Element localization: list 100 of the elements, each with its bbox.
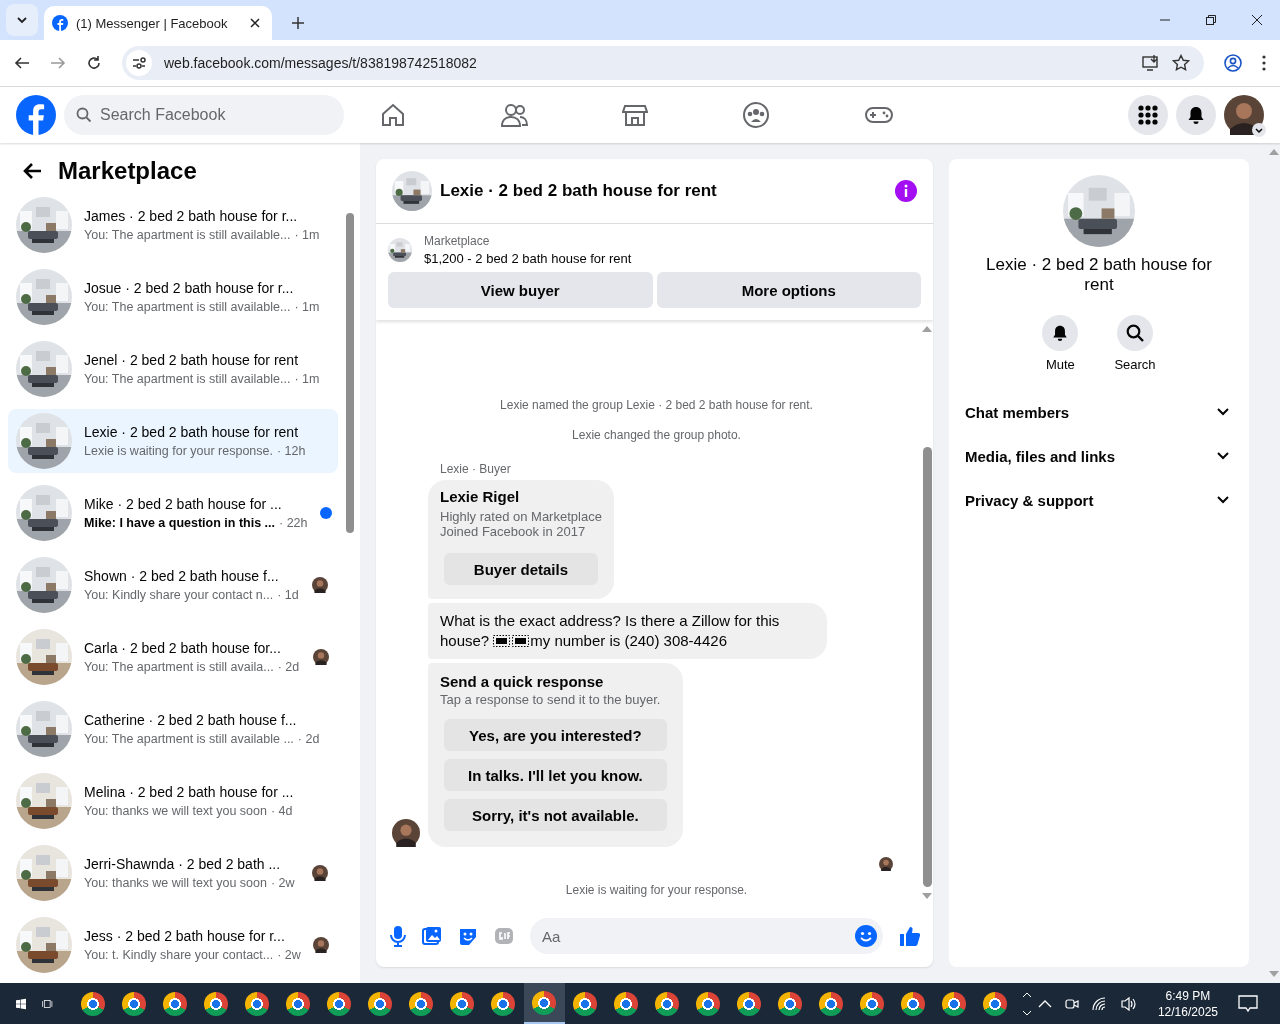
message-preview: You: The apartment is still available... xyxy=(84,228,291,242)
apps-menu-button[interactable] xyxy=(1128,95,1168,135)
message-text: What is the exact address? Is there a Zillow for this xyxy=(440,611,781,631)
close-icon[interactable] xyxy=(250,18,260,28)
conversation-item[interactable]: Jenel · 2 bed 2 bath house for rent You: The apartment is still available... · 1m xyxy=(8,337,338,401)
search-button[interactable] xyxy=(1117,315,1153,351)
chrome-icon[interactable] xyxy=(532,990,557,1015)
search-field[interactable]: Search Facebook xyxy=(64,95,344,135)
scrollbar-thumb[interactable] xyxy=(346,213,354,533)
chrome-icon[interactable] xyxy=(655,991,680,1016)
chrome-icon[interactable] xyxy=(204,991,229,1016)
new-tab-icon[interactable] xyxy=(292,17,304,29)
facebook-logo-icon[interactable] xyxy=(16,95,56,135)
chrome-icon[interactable] xyxy=(983,991,1008,1016)
mute-button[interactable] xyxy=(1042,315,1079,351)
message-preview: Mike: I have a question in this ... xyxy=(84,516,275,530)
chrome-icon[interactable] xyxy=(163,991,188,1016)
conversation-item[interactable]: Shown · 2 bed 2 bath house f... You: Kindly share your contact n... · 1d xyxy=(8,553,338,617)
listing-action-button[interactable]: More options xyxy=(656,272,921,308)
chrome-icon[interactable] xyxy=(737,991,762,1016)
chrome-icon[interactable] xyxy=(245,991,270,1016)
chrome-icon[interactable] xyxy=(778,991,803,1016)
message-time: · 1m xyxy=(294,372,320,386)
chevron-down-icon xyxy=(16,14,28,26)
restore-icon[interactable] xyxy=(1206,15,1216,25)
scrollbar-thumb[interactable] xyxy=(922,447,932,887)
chrome-icon[interactable] xyxy=(819,991,844,1016)
conversation-item[interactable]: Carla · 2 bed 2 bath house for... You: The apartment is still availa... · 2d xyxy=(8,625,338,689)
chrome-icon[interactable] xyxy=(614,991,639,1016)
conversation-item[interactable]: Jerri-Shawnda · 2 bed 2 bath ... You: thanks we will text you soon · 2w xyxy=(8,841,338,905)
menu-icon[interactable] xyxy=(1262,55,1266,71)
groups-icon[interactable] xyxy=(742,101,770,129)
address-bar[interactable]: web.facebook.com/messages/t/838198742518082 xyxy=(122,46,1204,80)
star-icon[interactable] xyxy=(1172,54,1190,72)
section-header[interactable]: Media, files and links xyxy=(949,434,1249,478)
tab-title: (1) Messenger | Facebook xyxy=(76,15,229,31)
conversation-item[interactable]: Lexie · 2 bed 2 bath house for rent Lexie is waiting for your response. · 12h xyxy=(8,409,338,473)
back-arrow-icon[interactable] xyxy=(22,162,42,180)
conversation-item[interactable]: Melina · 2 bed 2 bath house for ... You: thanks we will text you soon · 4d xyxy=(8,769,338,833)
gamepad-icon[interactable] xyxy=(864,104,894,126)
action-label: Search xyxy=(1114,357,1156,372)
section-header[interactable]: Chat members xyxy=(949,390,1249,434)
home-icon[interactable] xyxy=(380,102,406,128)
chrome-icon[interactable] xyxy=(860,991,885,1016)
speaker-icon[interactable] xyxy=(1119,995,1138,1012)
chevron-up-icon[interactable] xyxy=(1037,999,1052,1008)
buyer-details-button[interactable]: Buyer details xyxy=(444,553,598,585)
quick-response-button[interactable]: Sorry, it's not available. xyxy=(444,799,667,831)
chrome-icon[interactable] xyxy=(81,991,106,1016)
message-field[interactable]: Aa xyxy=(530,918,883,954)
chrome-icon[interactable] xyxy=(122,991,147,1016)
friends-icon[interactable] xyxy=(500,102,528,128)
install-app-icon[interactable] xyxy=(1142,54,1160,72)
chrome-icon[interactable] xyxy=(286,991,311,1016)
quick-response-button[interactable]: In talks. I'll let you know. xyxy=(444,759,667,791)
notifications-button[interactable] xyxy=(1176,95,1216,135)
close-icon[interactable] xyxy=(1252,15,1262,25)
chrome-icon[interactable] xyxy=(901,991,926,1016)
wifi-icon[interactable] xyxy=(1091,996,1108,1011)
conversation-item[interactable]: Jess · 2 bed 2 bath house for r... You: t. Kindly share your contact... · 2w xyxy=(8,913,338,977)
conversation-item[interactable]: James · 2 bed 2 bath house for r... You: The apartment is still available... · 1m xyxy=(8,193,338,257)
conversation-item[interactable]: Mike · 2 bed 2 bath house for ... Mike: I have a question in this ... · 22h xyxy=(8,481,338,545)
thumbs-up-icon[interactable] xyxy=(899,925,921,947)
sender-label: Lexie · Buyer xyxy=(440,462,512,476)
microphone-icon[interactable] xyxy=(390,925,406,947)
chrome-icon[interactable] xyxy=(450,991,475,1016)
quick-response-button[interactable]: Yes, are you interested? xyxy=(444,719,667,751)
info-icon[interactable] xyxy=(895,180,917,202)
conversation-item[interactable]: Catherine · 2 bed 2 bath house f... You: The apartment is still available ... · 2d xyxy=(8,697,338,761)
reload-icon[interactable] xyxy=(86,55,102,71)
clock[interactable]: 6:49 PM 12/16/2025 xyxy=(1157,988,1218,1019)
chevron-down-icon[interactable] xyxy=(1252,123,1266,137)
sticker-icon[interactable] xyxy=(458,926,478,946)
chrome-icon[interactable] xyxy=(491,991,516,1016)
action-label: Mute xyxy=(1045,357,1075,372)
image-icon[interactable] xyxy=(422,926,442,946)
chrome-icon[interactable] xyxy=(327,991,352,1016)
profile-icon[interactable] xyxy=(1224,54,1242,72)
chrome-icon[interactable] xyxy=(409,991,434,1016)
message-preview: You: The apartment is still available... xyxy=(84,372,291,386)
chrome-icon[interactable] xyxy=(696,991,721,1016)
scroll-down-icon[interactable] xyxy=(1021,1009,1032,1016)
conversation-item[interactable]: Josue · 2 bed 2 bath house for r... You: The apartment is still available... · 1m xyxy=(8,265,338,329)
emoji-icon[interactable] xyxy=(855,925,877,947)
browser-tab[interactable]: (1) Messenger | Facebook xyxy=(44,6,272,40)
store-icon[interactable] xyxy=(622,102,648,128)
site-settings-icon[interactable] xyxy=(126,50,152,76)
listing-action-button[interactable]: View buyer xyxy=(388,272,653,308)
forward-icon[interactable] xyxy=(50,55,66,71)
section-header[interactable]: Privacy & support xyxy=(949,478,1249,522)
tab-search-button[interactable] xyxy=(6,4,38,36)
chrome-icon[interactable] xyxy=(368,991,393,1016)
chrome-icon[interactable] xyxy=(942,991,967,1016)
notification-center-icon[interactable] xyxy=(1238,994,1258,1013)
chrome-icon[interactable] xyxy=(573,991,598,1016)
conversation-title: Melina · 2 bed 2 bath house for ... xyxy=(84,784,294,800)
scroll-up-icon[interactable] xyxy=(1021,991,1032,998)
conversation-title: Lexie · 2 bed 2 bath house for rent xyxy=(84,424,299,440)
message-preview: You: Kindly share your contact n... xyxy=(84,588,274,602)
back-icon[interactable] xyxy=(14,55,30,71)
